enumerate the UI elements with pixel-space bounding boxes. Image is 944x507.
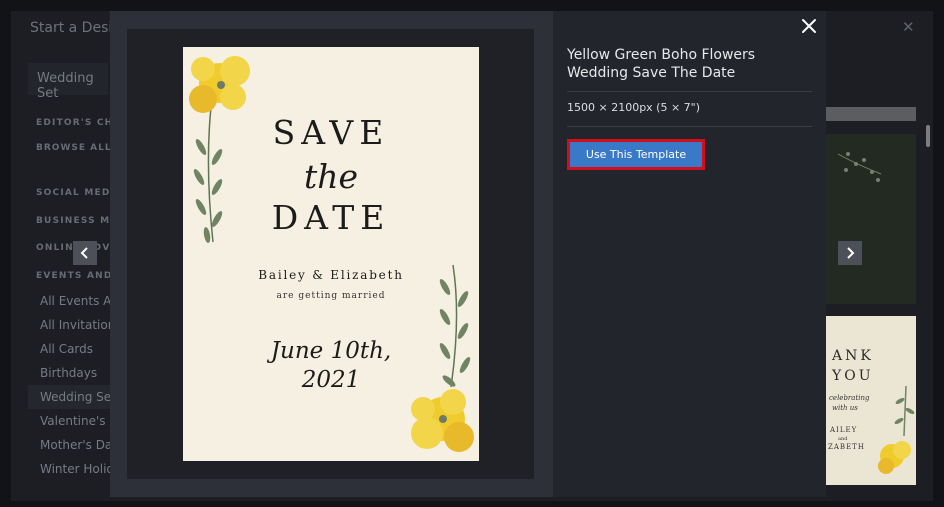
card-heading-date: DATE bbox=[271, 198, 391, 237]
template-title: Yellow Green Boho Flowers Wedding Save T… bbox=[567, 47, 756, 81]
modal-close-icon[interactable] bbox=[800, 17, 818, 35]
card-heading-the: the bbox=[303, 157, 359, 196]
card-couple-names: Bailey & Elizabeth bbox=[258, 268, 404, 282]
category-wedding-set[interactable]: Wedding Set bbox=[28, 385, 110, 409]
template-preview-modal: SAVE the DATE Bailey & Elizabeth are get… bbox=[110, 11, 826, 497]
template-info-panel: Yellow Green Boho Flowers Wedding Save T… bbox=[553, 11, 826, 497]
card-heading-save: SAVE bbox=[272, 113, 390, 152]
card-date-line2: 2021 bbox=[301, 367, 361, 393]
chevron-left-icon bbox=[80, 247, 88, 259]
template-thumbnail[interactable]: ANK YOU celebrating with us AILEY and ZA… bbox=[826, 316, 916, 485]
thumbnail-strip bbox=[826, 107, 916, 121]
category-mothers-day[interactable]: Mother's Day bbox=[28, 433, 110, 457]
category-all-invitations[interactable]: All Invitations bbox=[28, 313, 110, 337]
preview-area: SAVE the DATE Bailey & Elizabeth are get… bbox=[127, 29, 534, 479]
background-close-icon[interactable]: ✕ bbox=[902, 18, 915, 36]
save-the-date-card: SAVE the DATE Bailey & Elizabeth are get… bbox=[183, 47, 479, 461]
category-winter-holidays[interactable]: Winter Holidays bbox=[28, 457, 110, 481]
card-date-line1: June 10th, bbox=[270, 338, 392, 364]
template-search-input[interactable]: Wedding Set bbox=[28, 63, 108, 101]
prev-template-button[interactable] bbox=[73, 241, 97, 265]
flower-icon bbox=[878, 385, 915, 474]
leaf-sprig-icon bbox=[837, 152, 882, 182]
divider bbox=[567, 91, 812, 92]
category-all-cards[interactable]: All Cards bbox=[28, 337, 110, 361]
category-valentines-day[interactable]: Valentine's Day bbox=[28, 409, 110, 433]
floral-decoration-icon bbox=[189, 56, 474, 452]
category-birthdays[interactable]: Birthdays bbox=[28, 361, 110, 385]
scrollbar-thumb[interactable] bbox=[926, 125, 930, 147]
divider bbox=[567, 126, 812, 127]
next-template-button[interactable] bbox=[838, 241, 862, 265]
template-thumbnail[interactable] bbox=[826, 134, 916, 304]
use-this-template-button[interactable]: Use This Template bbox=[567, 139, 705, 170]
chevron-right-icon bbox=[847, 247, 855, 259]
template-dimensions: 1500 × 2100px (5 × 7") bbox=[567, 101, 701, 114]
category-all-events[interactable]: All Events And bbox=[28, 289, 110, 313]
card-subline: are getting married bbox=[276, 291, 386, 301]
